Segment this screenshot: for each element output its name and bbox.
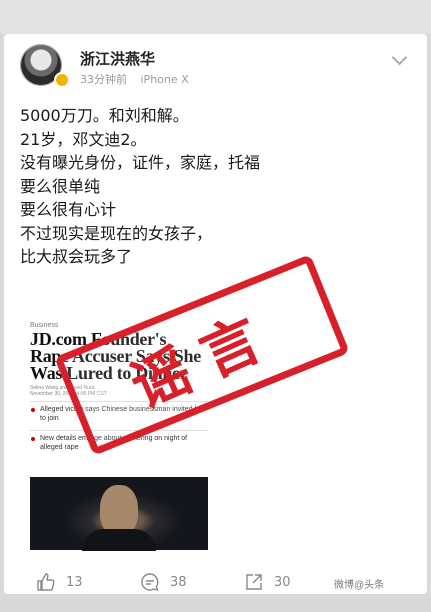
like-button[interactable]: 13	[36, 572, 83, 592]
post-line: 没有曝光身份，证件，家庭，托福	[20, 153, 261, 172]
post-text: 5000万刀。和刘和解。 21岁，邓文迪2。 没有曝光身份，证件，家庭，托福 要…	[20, 104, 380, 269]
comment-count: 38	[170, 574, 187, 590]
stamp-text: 谣言	[120, 297, 288, 422]
action-bar: 13 38 30 微博@头条	[4, 572, 427, 594]
post-meta: 33分钟前 iPhone X	[80, 71, 199, 87]
weibo-post-card: 浙江洪燕华 33分钟前 iPhone X 5000万刀。和刘和解。 21岁，邓文…	[4, 34, 427, 594]
verified-badge-icon	[54, 72, 70, 88]
post-line: 比大叔会玩多了	[20, 247, 133, 266]
author-name[interactable]: 浙江洪燕华	[80, 48, 155, 69]
comment-icon	[140, 572, 160, 592]
share-button[interactable]: 30	[244, 572, 291, 592]
photo-face	[100, 485, 138, 535]
top-strip	[0, 0, 431, 34]
comment-button[interactable]: 38	[140, 572, 187, 592]
chevron-down-icon[interactable]	[391, 49, 408, 66]
post-time: 33分钟前	[80, 73, 127, 86]
weibo-watermark: 微博@头条	[334, 580, 385, 591]
post-line: 要么很有心计	[20, 200, 117, 219]
post-line: 不过现实是现在的女孩子，	[20, 223, 213, 243]
photo-body	[82, 529, 156, 551]
post-line: 21岁，邓文迪2。	[20, 129, 147, 149]
article-photo	[30, 477, 208, 551]
post-device: iPhone X	[140, 73, 189, 86]
thumbs-up-icon	[36, 572, 56, 592]
like-count: 13	[66, 574, 83, 590]
share-icon	[244, 572, 264, 592]
post-line: 5000万刀。和刘和解。	[20, 106, 189, 125]
share-count: 30	[274, 574, 291, 590]
post-line: 要么很单纯	[20, 176, 101, 196]
